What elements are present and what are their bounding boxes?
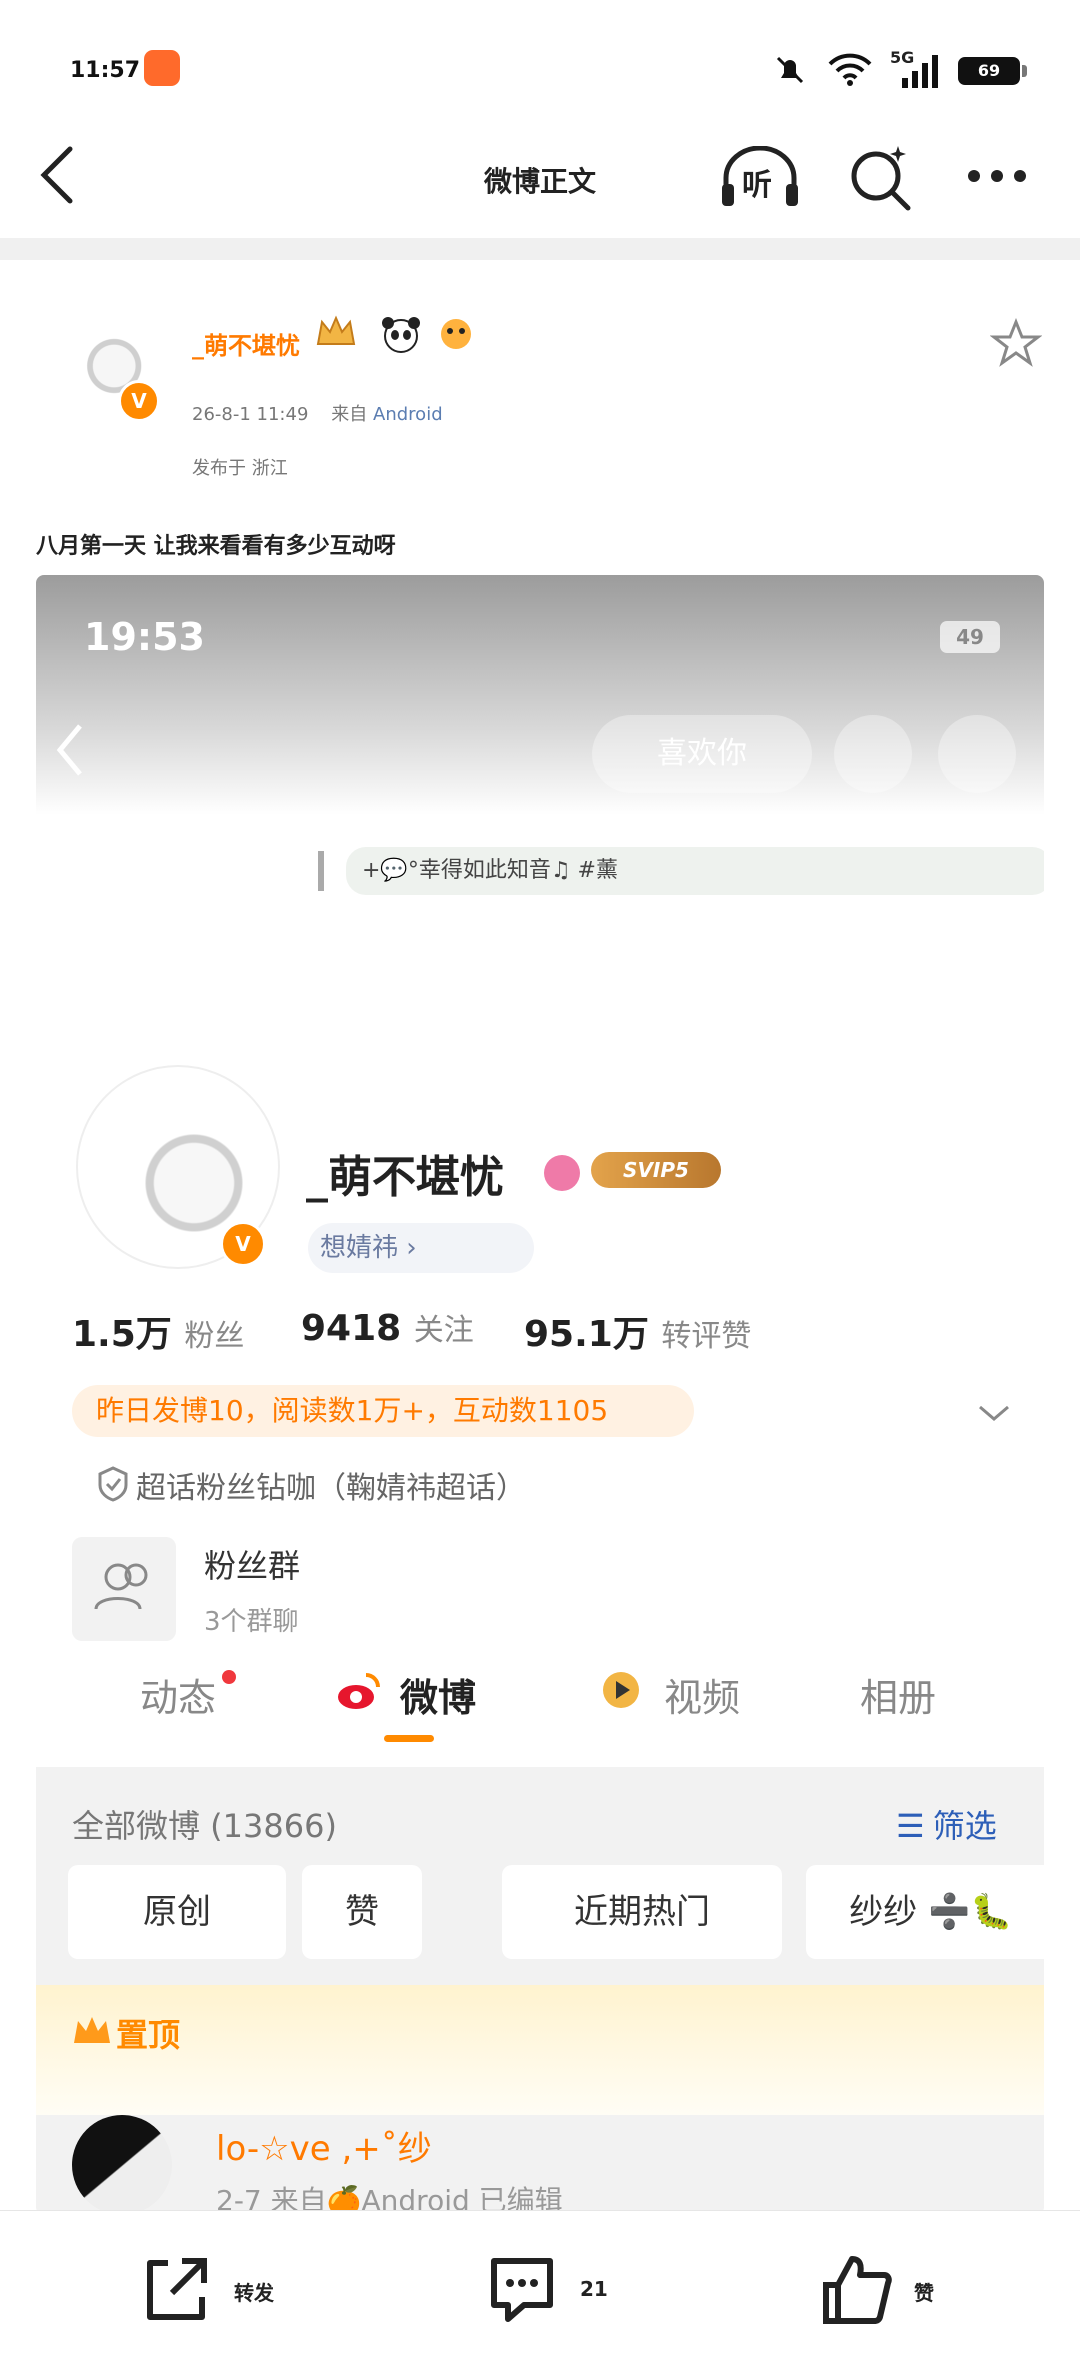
image-tab-underline <box>384 1735 434 1742</box>
stat-label: 转评赞 <box>661 1319 752 1354</box>
image-tag-chip: 想婧祎 › <box>308 1223 534 1273</box>
image-pinned-post-name: lo-☆ve ,+˚纱 <box>216 2129 432 2169</box>
stat-value: 95.1万 <box>524 1314 649 1355</box>
image-fan-group-sub: 3个群聊 <box>204 1607 299 1637</box>
image-status-text: +💬°幸得如此知音♫ #薰 <box>346 847 1044 895</box>
image-fan-group-icon <box>72 1537 176 1641</box>
image-verified-badge: V <box>220 1221 266 1267</box>
comment-button[interactable]: 21 <box>484 2251 644 2331</box>
section-divider <box>0 238 1080 260</box>
post-meta: 26-8-1 11:49 来自 Android <box>192 400 443 426</box>
post-location: 发布于 浙江 <box>192 458 288 479</box>
image-search-icon <box>834 715 912 793</box>
post-source[interactable]: Android <box>373 404 443 425</box>
image-chip-like: 赞 <box>302 1865 422 1959</box>
image-tab-dynamics: 动态 <box>140 1676 217 1720</box>
image-stat-followers: 1.5万 粉丝 <box>72 1305 244 1357</box>
image-video-icon <box>603 1672 639 1708</box>
source-prefix: 来自 <box>331 404 368 425</box>
app-notification-icon <box>144 50 180 86</box>
image-pink-badge-icon <box>544 1155 580 1191</box>
signal-icon <box>902 55 938 88</box>
battery-tip <box>1022 65 1027 77</box>
status-time: 11:57 <box>70 58 141 83</box>
stat-value: 9418 <box>301 1308 402 1349</box>
stat-label: 关注 <box>413 1313 474 1348</box>
like-button[interactable]: 赞 <box>818 2251 978 2331</box>
image-activity-line: 昨日发博10，阅读数1万+，互动数1105 <box>72 1385 694 1437</box>
image-pinned-banner <box>36 1985 1044 2115</box>
like-label: 赞 <box>914 2281 934 2305</box>
image-filter-label: 筛选 <box>932 1807 997 1845</box>
image-pinned-label: 置顶 <box>116 2016 181 2054</box>
puffer-icon <box>441 319 471 349</box>
image-stat-interactions: 95.1万 转评赞 <box>524 1305 751 1357</box>
back-arrow-icon[interactable] <box>36 145 80 205</box>
image-tab-album: 相册 <box>860 1676 937 1720</box>
search-icon[interactable] <box>846 142 916 212</box>
post-text: 八月第一天 让我来看看有多少互动呀 <box>36 534 396 559</box>
image-filter-icon: ☰ <box>896 1807 925 1845</box>
verified-badge: V <box>118 380 160 422</box>
post-timestamp: 26-8-1 11:49 <box>192 404 309 425</box>
image-fan-group-title: 粉丝群 <box>204 1547 301 1585</box>
image-status-time: 19:53 <box>84 615 205 659</box>
repost-icon <box>147 2258 207 2320</box>
stat-label: 粉丝 <box>184 1319 245 1354</box>
image-svip-badge: SVIP5 <box>591 1152 721 1188</box>
crown-icon <box>316 315 356 345</box>
image-chip-hot: 近期热门 <box>502 1865 782 1959</box>
image-back-icon <box>56 724 82 776</box>
favorite-star-icon[interactable] <box>990 318 1042 368</box>
image-tab-weibo: 微博 <box>400 1676 477 1720</box>
wifi-icon <box>828 53 872 86</box>
repost-button[interactable]: 转发 <box>138 2251 298 2331</box>
listen-label: 听 <box>742 168 772 203</box>
thumbs-up-icon <box>823 2256 892 2324</box>
page-title: 微博正文 <box>483 165 596 198</box>
image-chevron-down-icon <box>979 1405 1009 1421</box>
stat-value: 1.5万 <box>72 1314 172 1355</box>
comment-count: 21 <box>580 2277 608 2301</box>
image-more-icon <box>938 715 1016 793</box>
listen-button[interactable]: 听 <box>718 145 802 210</box>
image-chip-original: 原创 <box>68 1865 286 1959</box>
image-chip-custom: 纱纱 ➗🐛 <box>806 1865 1044 1959</box>
post-image[interactable]: 19:53 49 喜欢你 +💬°幸得如此知音♫ #薰 V _萌不堪忧 SVIP5… <box>36 575 1044 2215</box>
comment-icon <box>491 2258 553 2322</box>
image-like-button: 喜欢你 <box>592 715 812 793</box>
status-bar: 11:57 5G 69 <box>0 0 1080 130</box>
image-pin-crown-icon <box>74 2017 110 2043</box>
image-status-bar-marker <box>318 851 324 891</box>
image-filter: ☰ 筛选 <box>896 1801 997 1847</box>
image-pinned-avatar <box>72 2115 172 2215</box>
image-tab-video: 视频 <box>664 1676 741 1720</box>
author-name[interactable]: _萌不堪忧 <box>192 326 300 361</box>
battery-indicator: 69 <box>958 57 1020 85</box>
bottom-action-bar: 转发 21 赞 <box>0 2210 1080 2373</box>
repost-label: 转发 <box>234 2281 274 2305</box>
image-profile-name: _萌不堪忧 <box>306 1152 504 1203</box>
image-all-weibo-count: 全部微博 (13866) <box>72 1807 337 1845</box>
mute-icon <box>776 56 804 84</box>
image-weibo-logo-icon <box>338 1673 380 1709</box>
image-stat-following: 9418 关注 <box>301 1305 474 1349</box>
more-icon[interactable] <box>964 164 1030 188</box>
panda-icon <box>382 317 420 353</box>
image-fan-title: 超话粉丝钻咖（鞠婧祎超话） <box>136 1471 526 1506</box>
image-shield-icon <box>98 1466 128 1502</box>
image-tab-red-dot <box>222 1670 236 1684</box>
image-battery: 49 <box>940 621 1000 653</box>
